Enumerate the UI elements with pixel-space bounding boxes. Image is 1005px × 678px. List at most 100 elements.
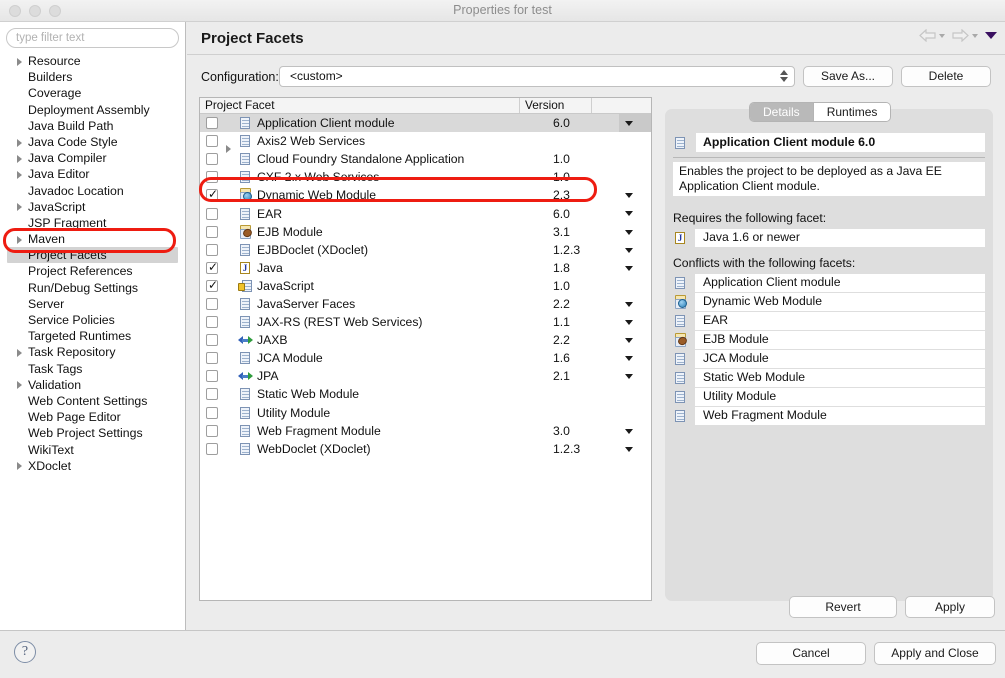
sidebar-item-coverage[interactable]: Coverage [0,85,185,101]
facet-checkbox-utility-module[interactable] [206,406,218,419]
help-button[interactable]: ? [14,641,36,663]
apply-button[interactable]: Apply [905,596,995,618]
facet-row-axis2-web-services[interactable]: Axis2 Web Services [200,132,651,154]
facet-row-jca-module[interactable]: JCA Module 1.6 [200,349,651,367]
sidebar-item-javascript[interactable]: JavaScript [0,199,185,215]
facet-row-webdoclet-xdoclet[interactable]: WebDoclet (XDoclet) 1.2.3 [200,440,651,458]
facet-checkbox-jaxb[interactable] [206,334,218,347]
facet-row-java[interactable]: J Java 1.8 [200,259,651,277]
facet-row-jpa[interactable]: JPA 2.1 [200,367,651,385]
sidebar-item-java-code-style[interactable]: Java Code Style [0,134,185,150]
tab-details[interactable]: Details [750,103,813,121]
facet-row-javaserver-faces[interactable]: JavaServer Faces 2.2 [200,295,651,313]
facet-row-dynamic-web-module[interactable]: Dynamic Web Module 2.3 [200,186,651,204]
facet-version-dropdown-java[interactable] [619,259,651,277]
facet-version-dropdown-web-fragment-module[interactable] [619,422,651,440]
facet-checkbox-ejb-module[interactable] [206,225,218,238]
facet-checkbox-ear[interactable] [206,207,218,220]
sidebar-item-javadoc-location[interactable]: Javadoc Location [0,183,185,199]
sidebar-item-validation[interactable]: Validation [0,377,185,393]
back-nav-group[interactable] [919,29,945,42]
facet-checkbox-ejbdoclet-xdoclet[interactable] [206,243,218,256]
facet-version-dropdown-jaxb[interactable] [619,331,651,349]
configuration-select[interactable]: <custom> [279,66,795,87]
facet-version-dropdown-jax-rs-rest-web-services[interactable] [619,313,651,331]
facet-checkbox-javaserver-faces[interactable] [206,297,218,310]
facet-checkbox-javascript[interactable] [206,278,218,292]
facet-row-ejb-module[interactable]: EJB Module 3.1 [200,223,651,241]
facet-row-cloud-foundry-standalone-application[interactable]: Cloud Foundry Standalone Application 1.0 [200,150,651,168]
facet-row-jaxb[interactable]: JAXB 2.2 [200,331,651,349]
sidebar-item-targeted-runtimes[interactable]: Targeted Runtimes [0,328,185,344]
column-header-project-facet[interactable]: Project Facet [200,98,520,113]
sidebar-item-web-page-editor[interactable]: Web Page Editor [0,409,185,425]
cancel-button[interactable]: Cancel [756,642,866,665]
sidebar-item-builders[interactable]: Builders [0,69,185,85]
facet-row-web-fragment-module[interactable]: Web Fragment Module 3.0 [200,422,651,440]
sidebar-item-java-compiler[interactable]: Java Compiler [0,150,185,166]
facet-row-application-client-module[interactable]: Application Client module 6.0 [200,114,651,133]
facet-checkbox-jax-rs-rest-web-services[interactable] [206,316,218,329]
facet-checkbox-dynamic-web-module[interactable] [206,187,218,202]
facet-row-ear[interactable]: EAR 6.0 [200,204,651,222]
facet-version-dropdown-javaserver-faces[interactable] [619,295,651,313]
sidebar-item-java-editor[interactable]: Java Editor [0,166,185,182]
forward-dropdown-icon[interactable] [972,33,978,38]
sidebar-item-run-debug-settings[interactable]: Run/Debug Settings [0,280,185,296]
filter-input[interactable] [6,28,179,48]
arrow-left-icon[interactable] [919,29,936,42]
forward-nav-group[interactable] [952,29,978,42]
sidebar-item-wikitext[interactable]: WikiText [0,442,185,458]
facet-version-dropdown-ear[interactable] [619,204,651,222]
sidebar-item-resource[interactable]: Resource [0,53,185,69]
sidebar-item-xdoclet[interactable]: XDoclet [0,458,185,474]
facet-checkbox-jca-module[interactable] [206,352,218,365]
facet-row-utility-module[interactable]: Utility Module [200,404,651,422]
sidebar-item-service-policies[interactable]: Service Policies [0,312,185,328]
sidebar-item-task-tags[interactable]: Task Tags [0,361,185,377]
revert-button[interactable]: Revert [789,596,897,618]
sidebar-item-web-project-settings[interactable]: Web Project Settings [0,425,185,441]
sidebar-item-java-build-path[interactable]: Java Build Path [0,118,185,134]
save-as-button[interactable]: Save As... [803,66,893,87]
facet-checkbox-java[interactable] [206,260,218,274]
sidebar-item-project-references[interactable]: Project References [0,263,185,279]
facet-checkbox-web-fragment-module[interactable] [206,424,218,437]
facet-version-dropdown-dynamic-web-module[interactable] [619,186,651,204]
facet-row-static-web-module[interactable]: Static Web Module [200,385,651,403]
facet-row-jax-rs-rest-web-services[interactable]: JAX-RS (REST Web Services) 1.1 [200,313,651,331]
sidebar-item-project-facets[interactable]: Project Facets [7,247,178,264]
sidebar-item-task-repository[interactable]: Task Repository [0,344,185,360]
facet-version-dropdown-static-web-module [619,385,651,403]
facet-checkbox-webdoclet-xdoclet[interactable] [206,442,218,455]
facet-version-dropdown-webdoclet-xdoclet[interactable] [619,440,651,458]
back-dropdown-icon[interactable] [939,33,945,38]
tab-runtimes[interactable]: Runtimes [812,103,891,121]
facet-checkbox-static-web-module[interactable] [206,388,218,401]
sidebar-item-jsp-fragment[interactable]: JSP Fragment [0,215,185,231]
facet-row-cxf-2-x-web-services[interactable]: CXF 2.x Web Services 1.0 [200,168,651,186]
facet-version-dropdown-application-client-module[interactable] [619,114,651,133]
apply-and-close-button[interactable]: Apply and Close [874,642,996,665]
column-header-version[interactable]: Version [520,98,592,113]
delete-button[interactable]: Delete [901,66,991,87]
facet-version-dropdown-ejb-module[interactable] [619,223,651,241]
sidebar-item-maven[interactable]: Maven [0,231,185,247]
facet-row-javascript[interactable]: JavaScript 1.0 [200,277,651,295]
facet-version-dropdown-ejbdoclet-xdoclet[interactable] [619,241,651,259]
facet-checkbox-application-client-module[interactable] [206,117,218,130]
facet-checkbox-cloud-foundry-standalone-application[interactable] [206,153,218,166]
facet-checkbox-cxf-2-x-web-services[interactable] [206,171,218,184]
chevron-down-icon[interactable] [985,32,997,39]
sidebar-item-server[interactable]: Server [0,296,185,312]
sidebar-item-deployment-assembly[interactable]: Deployment Assembly [0,102,185,118]
arrow-right-icon[interactable] [952,29,969,42]
sidebar-item-web-content-settings[interactable]: Web Content Settings [0,393,185,409]
stepper-icon[interactable] [780,70,788,82]
facet-checkbox-axis2-web-services[interactable] [206,135,218,148]
facet-checkbox-jpa[interactable] [206,370,218,383]
facet-row-ejbdoclet-xdoclet[interactable]: EJBDoclet (XDoclet) 1.2.3 [200,241,651,259]
list-item: JCA Module [673,349,985,368]
facet-version-dropdown-jca-module[interactable] [619,349,651,367]
facet-version-dropdown-jpa[interactable] [619,367,651,385]
